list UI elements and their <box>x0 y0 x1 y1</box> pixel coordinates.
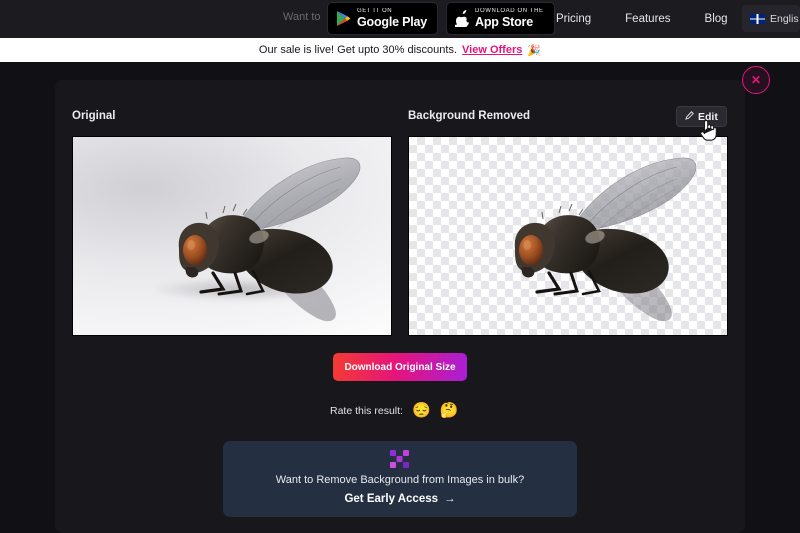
app-store-big-label: App Store <box>475 15 533 30</box>
sale-banner-message: Our sale is live! Get upto 30% discounts… <box>258 44 458 56</box>
app-page: Want to GET IT ON Google Play DOWNLOAD O… <box>0 0 800 533</box>
party-popper-icon: 🎉 <box>527 44 542 57</box>
bulk-promo-headline: Want to Remove Background from Images in… <box>275 474 525 486</box>
background-removed-label: Background Removed <box>408 110 531 122</box>
google-play-button[interactable]: GET IT ON Google Play <box>327 2 439 35</box>
app-store-button[interactable]: Download on the App Store <box>446 2 555 35</box>
nav-link-blog[interactable]: Blog <box>705 13 728 25</box>
google-play-small-label: GET IT ON <box>357 8 393 15</box>
original-label: Original <box>72 110 116 122</box>
store-badges: GET IT ON Google Play Download on the Ap… <box>327 2 555 35</box>
arrow-right-icon: → <box>444 493 456 505</box>
pencil-icon <box>685 110 694 123</box>
bulk-promo-card: Want to Remove Background from Images in… <box>223 441 577 517</box>
app-store-small-label: Download on the <box>475 8 544 15</box>
uk-flag-icon <box>750 13 765 24</box>
nav-links: Pricing Features Blog <box>556 0 728 38</box>
close-icon[interactable]: ✕ <box>742 66 770 94</box>
nav-link-features[interactable]: Features <box>625 13 670 25</box>
pixel-cross-logo-icon <box>389 449 411 469</box>
get-early-access-link[interactable]: Get Early Access → <box>344 493 455 505</box>
nav-link-pricing[interactable]: Pricing <box>556 13 591 25</box>
language-label: Englis <box>770 12 799 25</box>
fly-photo <box>73 137 391 335</box>
emoji-neutral-icon[interactable]: 🤔 <box>440 403 459 418</box>
rating-row: Rate this result: 😔 🤔 <box>330 403 458 418</box>
edit-button[interactable]: Edit <box>676 106 727 127</box>
download-original-size-button[interactable]: Download Original Size <box>333 353 467 381</box>
nav-faded-text: Want to <box>283 11 321 23</box>
rating-label: Rate this result: <box>330 404 403 417</box>
get-early-access-label: Get Early Access <box>344 493 439 505</box>
language-selector[interactable]: Englis <box>742 5 800 32</box>
apple-icon <box>455 10 470 27</box>
fly-cutout <box>409 137 727 335</box>
google-play-big-label: Google Play <box>357 15 428 30</box>
sale-banner: Our sale is live! Get upto 30% discounts… <box>0 38 800 62</box>
view-offers-link[interactable]: View Offers <box>462 44 522 56</box>
google-play-icon <box>336 10 351 27</box>
original-image[interactable] <box>72 136 392 336</box>
background-removed-image[interactable] <box>408 136 728 336</box>
emoji-disappointed-icon[interactable]: 😔 <box>412 403 431 418</box>
top-navigation-bar: Want to GET IT ON Google Play DOWNLOAD O… <box>0 0 800 38</box>
edit-button-label: Edit <box>698 110 718 123</box>
